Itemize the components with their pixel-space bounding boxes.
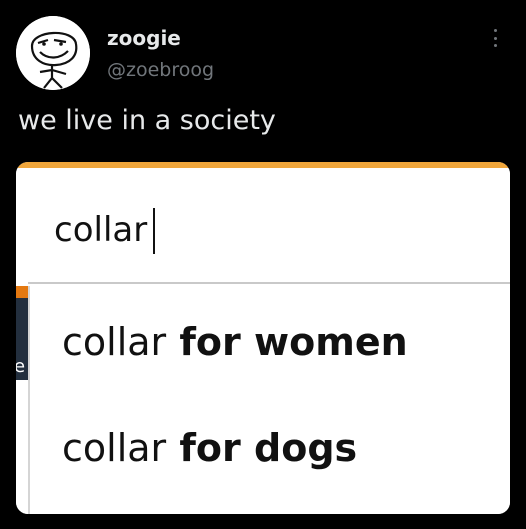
- suggestion-completion: for women: [166, 320, 408, 364]
- search-query: collar: [54, 210, 148, 250]
- autocomplete-dropdown: collar for women collar for dogs: [28, 286, 510, 514]
- search-input[interactable]: collar: [28, 168, 510, 284]
- display-name[interactable]: zoogie: [107, 26, 181, 50]
- left-strip-glyph: e: [16, 356, 26, 377]
- suggestion-item[interactable]: collar for women: [62, 320, 408, 364]
- dot: [493, 29, 497, 32]
- avatar[interactable]: [16, 16, 90, 90]
- suggestion-prefix: collar: [62, 320, 167, 364]
- suggestion-completion: for dogs: [166, 426, 358, 470]
- suggestion-prefix: collar: [62, 426, 167, 470]
- text-caret: [153, 208, 155, 254]
- dot: [493, 36, 497, 40]
- page-left-strip: e: [16, 168, 28, 514]
- avatar-face-icon: [16, 16, 90, 90]
- left-strip-accent: [16, 286, 28, 298]
- tweet-text: we live in a society: [18, 105, 276, 136]
- user-handle[interactable]: @zoebroog: [107, 58, 214, 82]
- tweet-image[interactable]: e collar collar for women collar for dog…: [16, 162, 510, 514]
- dot: [493, 44, 497, 47]
- tweet-card: zoogie @zoebroog we live in a society e …: [0, 0, 526, 529]
- more-options-icon[interactable]: [488, 26, 502, 50]
- suggestion-item[interactable]: collar for dogs: [62, 426, 357, 470]
